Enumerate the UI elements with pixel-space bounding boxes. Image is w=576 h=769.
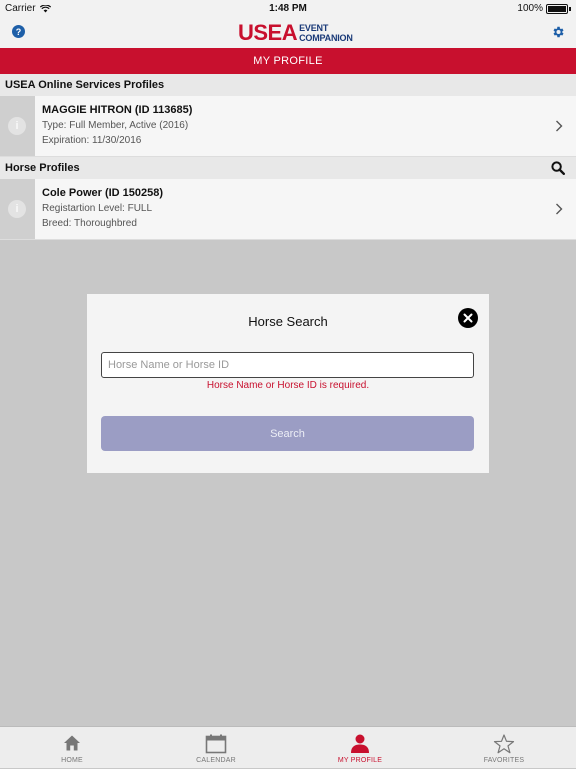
section-header-horse-profiles: Horse Profiles (0, 157, 576, 179)
close-x-glyph (463, 313, 473, 323)
tab-calendar[interactable]: CALENDAR (144, 727, 288, 769)
row-icon-column: i (0, 96, 35, 156)
horse-profile-row[interactable]: i Cole Power (ID 150258) Registartion Le… (0, 179, 576, 240)
battery-icon (546, 3, 568, 14)
search-button[interactable]: Search (101, 416, 474, 451)
battery-tip (569, 6, 571, 11)
member-profile-row[interactable]: i MAGGIE HITRON (ID 113685) Type: Full M… (0, 96, 576, 157)
chevron-right-icon (556, 203, 563, 215)
member-expiration: Expiration: 11/30/2016 (42, 135, 142, 146)
horse-breed: Breed: Thoroughbred (42, 218, 137, 229)
gear-icon[interactable] (551, 25, 565, 39)
page-title-bar: MY PROFILE (0, 48, 576, 74)
horse-search-input[interactable] (101, 352, 474, 378)
section-title-usea-profiles: USEA Online Services Profiles (5, 79, 165, 91)
battery-percent: 100% (517, 3, 543, 14)
tab-label-favorites: FAVORITES (483, 757, 525, 764)
calendar-icon (205, 734, 227, 754)
person-icon (351, 734, 369, 753)
modal-title: Horse Search (248, 314, 328, 329)
horse-search-modal: Horse Search Horse Name or Horse ID is r… (87, 294, 489, 473)
logo-sub-line-2: COMPANION (299, 33, 353, 43)
tab-label-home: HOME (61, 757, 83, 764)
member-name: MAGGIE HITRON (ID 113685) (42, 104, 193, 116)
usea-logo: USEA EVENT COMPANION (238, 21, 353, 45)
page-title: MY PROFILE (253, 55, 323, 67)
logo-main-text: USEA (238, 20, 298, 45)
horse-registration-level: Registartion Level: FULL (42, 203, 153, 214)
star-icon (493, 734, 515, 754)
chevron-right-icon (556, 120, 563, 132)
member-type: Type: Full Member, Active (2016) (42, 120, 189, 131)
search-icon[interactable] (551, 161, 565, 175)
status-right: 100% (517, 3, 571, 14)
home-icon (64, 735, 80, 751)
section-header-usea-profiles: USEA Online Services Profiles (0, 74, 576, 96)
close-icon[interactable] (458, 308, 478, 328)
tab-favorites[interactable]: FAVORITES (432, 727, 576, 769)
help-icon[interactable]: ? (12, 25, 25, 38)
row-icon-column: i (0, 179, 35, 239)
status-bar: Carrier 1:48 PM 100% (0, 0, 576, 17)
info-icon: i (8, 200, 26, 218)
validation-error: Horse Name or Horse ID is required. (206, 380, 370, 391)
tab-bar: HOME CALENDAR MY PROFILE FAVORITES (0, 726, 576, 768)
horse-name: Cole Power (ID 150258) (42, 187, 164, 199)
tab-home[interactable]: HOME (0, 727, 144, 769)
info-icon: i (8, 117, 26, 135)
tab-label-calendar: CALENDAR (196, 757, 236, 764)
tab-my-profile[interactable]: MY PROFILE (288, 727, 432, 769)
tab-label-my-profile: MY PROFILE (337, 757, 383, 764)
section-title-horse-profiles: Horse Profiles (5, 162, 80, 174)
logo-sub-text: EVENT COMPANION (299, 23, 353, 43)
nav-bar: ? USEA EVENT COMPANION (0, 17, 576, 48)
status-time: 1:48 PM (269, 3, 307, 14)
logo-sub-line-1: EVENT (299, 23, 329, 33)
